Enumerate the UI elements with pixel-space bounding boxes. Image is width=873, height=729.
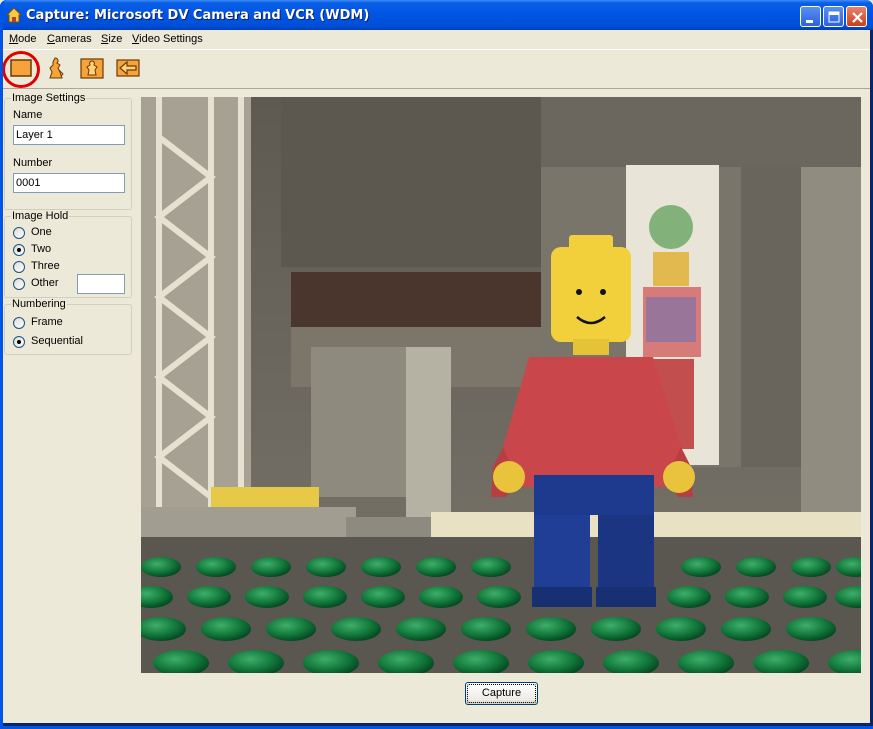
name-label: Name — [13, 109, 43, 121]
menu-mode[interactable]: Mode — [9, 33, 37, 45]
radio-button[interactable] — [13, 317, 25, 329]
capture-button[interactable]: Capture — [465, 682, 538, 705]
radio-button[interactable] — [13, 227, 25, 239]
radio-button-selected[interactable] — [13, 336, 25, 348]
settings-panel: Image Settings Name Layer 1 Number 0001 … — [4, 91, 133, 671]
maximize-icon — [828, 11, 840, 23]
number-label: Number — [13, 157, 53, 169]
name-field[interactable]: Layer 1 — [13, 125, 125, 145]
title-bar[interactable]: Capture: Microsoft DV Camera and VCR (WD… — [0, 0, 873, 30]
close-icon — [852, 12, 863, 23]
image-settings-legend: Image Settings — [11, 92, 87, 104]
maximize-button[interactable] — [823, 6, 844, 27]
window-title: Capture: Microsoft DV Camera and VCR (WD… — [26, 8, 370, 23]
menu-cameras[interactable]: Cameras — [47, 33, 92, 45]
radio-button-selected[interactable] — [13, 244, 25, 256]
numbering-group: Numbering Frame Sequential — [4, 298, 132, 355]
radio-button[interactable] — [13, 261, 25, 273]
camera-preview — [141, 97, 861, 673]
minimize-button[interactable] — [800, 6, 821, 27]
image-hold-legend: Image Hold — [11, 210, 70, 222]
number-field[interactable]: 0001 — [13, 173, 125, 193]
image-hold-group: Image Hold One Two Three Other — [4, 210, 132, 298]
figure-settings-icon[interactable] — [80, 56, 104, 80]
image-settings-group: Image Settings Name Layer 1 Number 0001 — [4, 92, 132, 210]
numbering-legend: Numbering — [11, 298, 67, 310]
lego-minifigure-photo — [141, 97, 861, 673]
menu-size[interactable]: Size — [101, 33, 122, 45]
capture-window: Capture: Microsoft DV Camera and VCR (WD… — [0, 0, 873, 729]
hold-other-field[interactable] — [77, 274, 125, 294]
menu-bar: Mode Cameras Size Video Settings — [3, 30, 870, 50]
menu-video-settings[interactable]: Video Settings — [132, 33, 203, 45]
radio-button[interactable] — [13, 278, 25, 290]
close-button[interactable] — [846, 6, 867, 27]
back-arrow-icon[interactable] — [116, 56, 140, 80]
minimize-icon — [806, 20, 813, 23]
app-house-icon — [6, 7, 22, 23]
annotation-highlight-circle — [2, 51, 40, 88]
onion-skin-figure-icon[interactable] — [44, 56, 68, 80]
toolbar — [3, 51, 870, 89]
